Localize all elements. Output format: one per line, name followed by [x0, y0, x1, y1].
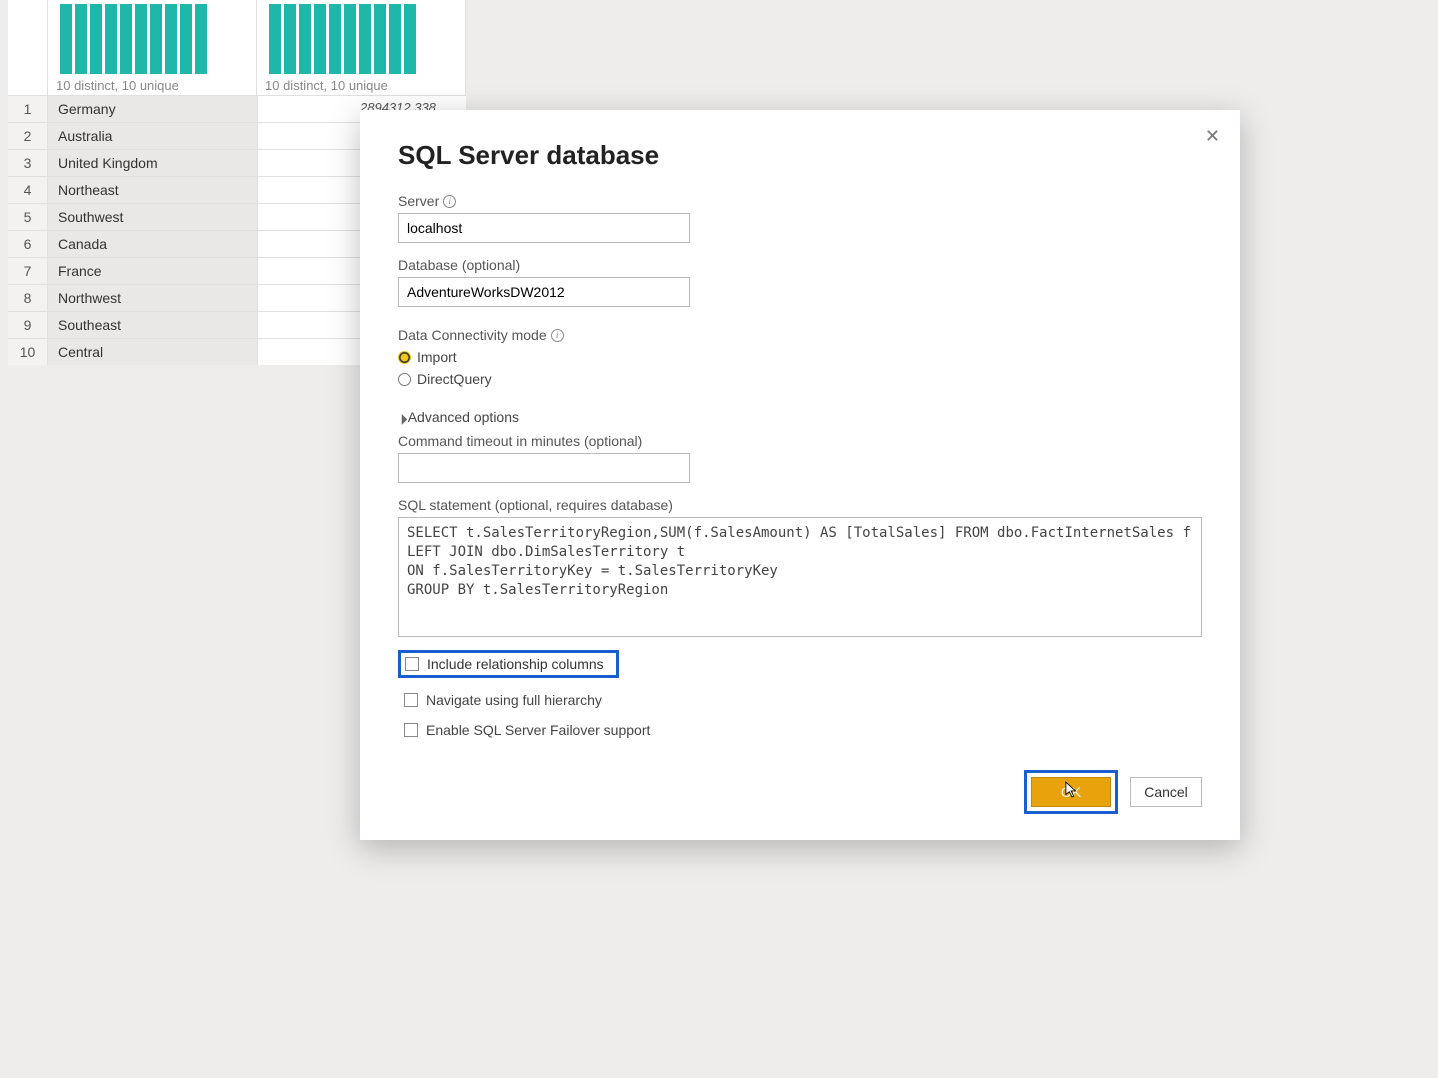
row-number: 1 [8, 96, 48, 122]
cell-region[interactable]: France [48, 258, 258, 284]
checkbox-failover-row[interactable]: Enable SQL Server Failover support [398, 718, 1202, 742]
checkbox-failover[interactable] [404, 723, 418, 737]
connectivity-label: Data Connectivity mode i [398, 327, 1202, 343]
timeout-label: Command timeout in minutes (optional) [398, 433, 1202, 449]
cell-region[interactable]: Northeast [48, 177, 258, 203]
cell-region[interactable]: Germany [48, 96, 258, 122]
distinct-label-b: 10 distinct, 10 unique [265, 76, 457, 93]
cell-region[interactable]: Southeast [48, 312, 258, 338]
sql-statement-label: SQL statement (optional, requires databa… [398, 497, 1202, 513]
close-button[interactable]: ✕ [1205, 126, 1220, 147]
cancel-button[interactable]: Cancel [1130, 777, 1202, 807]
row-number: 5 [8, 204, 48, 230]
cell-region[interactable]: Southwest [48, 204, 258, 230]
column-a-chart: 10 distinct, 10 unique [48, 0, 257, 95]
checkbox-relationship[interactable] [405, 657, 419, 671]
radio-import[interactable]: Import [398, 349, 1202, 365]
advanced-options-toggle[interactable]: Advanced options [398, 409, 1202, 425]
row-number: 4 [8, 177, 48, 203]
ok-button-highlight: OK [1024, 770, 1118, 814]
server-label: Server i [398, 193, 1202, 209]
row-number: 9 [8, 312, 48, 338]
row-number: 2 [8, 123, 48, 149]
info-icon[interactable]: i [443, 195, 456, 208]
column-quality-header: 10 distinct, 10 unique 10 distinct, 10 u… [8, 0, 466, 95]
cell-region[interactable]: Northwest [48, 285, 258, 311]
include-relationship-highlight: Include relationship columns [398, 650, 619, 678]
radio-directquery[interactable]: DirectQuery [398, 371, 1202, 387]
cell-region[interactable]: Australia [48, 123, 258, 149]
distinct-label-a: 10 distinct, 10 unique [56, 76, 248, 93]
cell-region[interactable]: United Kingdom [48, 150, 258, 176]
sql-server-dialog: ✕ SQL Server database Server i Database … [360, 110, 1240, 840]
row-number: 7 [8, 258, 48, 284]
ok-button[interactable]: OK [1031, 777, 1111, 807]
info-icon[interactable]: i [551, 329, 564, 342]
row-number: 3 [8, 150, 48, 176]
row-number: 8 [8, 285, 48, 311]
checkbox-hierarchy-row[interactable]: Navigate using full hierarchy [398, 688, 1202, 712]
row-number: 10 [8, 339, 48, 365]
row-number: 6 [8, 231, 48, 257]
cell-region[interactable]: Central [48, 339, 258, 365]
database-label: Database (optional) [398, 257, 1202, 273]
database-input[interactable] [398, 277, 690, 307]
column-b-chart: 10 distinct, 10 unique [257, 0, 466, 95]
sql-statement-input[interactable] [398, 517, 1202, 637]
timeout-input[interactable] [398, 453, 690, 483]
checkbox-hierarchy[interactable] [404, 693, 418, 707]
checkbox-relationship-label: Include relationship columns [427, 656, 604, 672]
cell-region[interactable]: Canada [48, 231, 258, 257]
server-input[interactable] [398, 213, 690, 243]
dialog-title: SQL Server database [398, 140, 1202, 171]
